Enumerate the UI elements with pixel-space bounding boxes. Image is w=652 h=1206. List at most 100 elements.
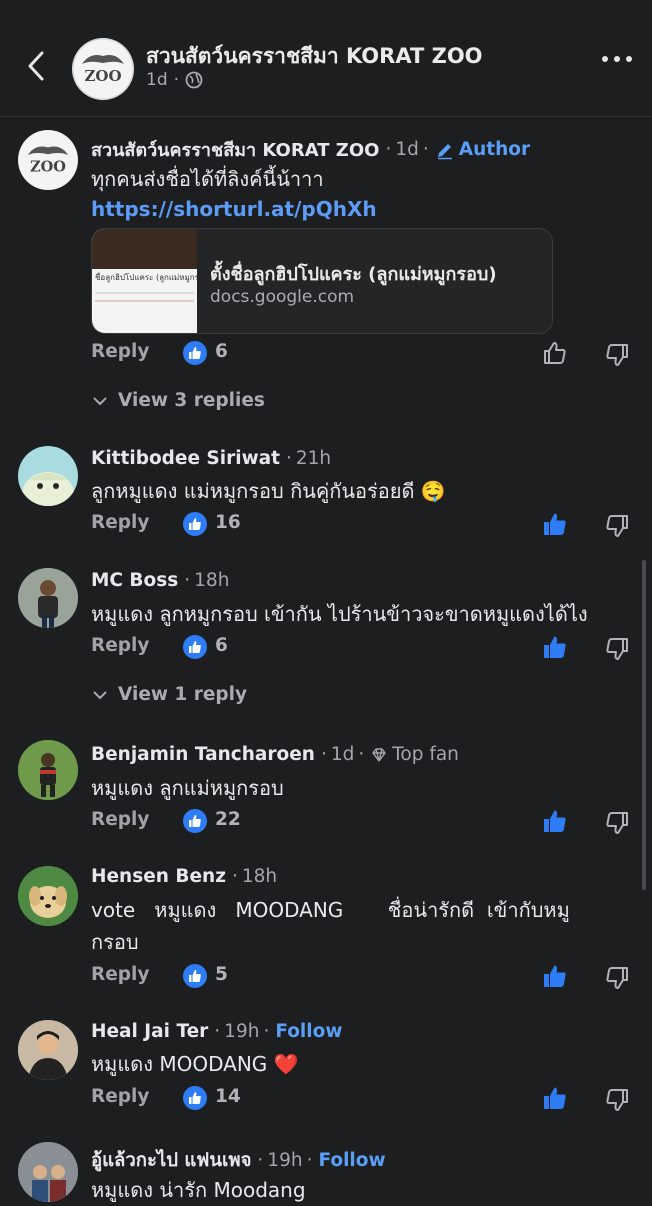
commenter-avatar[interactable] <box>18 1142 78 1202</box>
commenter-name[interactable]: Hensen Benz <box>91 866 226 887</box>
like-count: 5 <box>215 964 228 985</box>
comment-actions: Reply 16 <box>91 508 631 540</box>
commenter-avatar[interactable] <box>18 866 78 926</box>
page-avatar[interactable]: ZOO <box>72 38 134 100</box>
zoo-logo-icon: ZOO <box>72 38 134 100</box>
reply-button[interactable]: Reply <box>91 512 149 533</box>
commenter-name[interactable]: Heal Jai Ter <box>91 1021 208 1042</box>
comment-time: 18h <box>241 866 278 887</box>
post-meta: 1d · <box>146 70 203 90</box>
like-reaction-icon <box>183 964 207 988</box>
thumbs-up-icon[interactable] <box>541 339 569 367</box>
comment-text-line-2: กรอบ <box>91 930 139 954</box>
like-reaction-icon <box>183 341 207 365</box>
commenter-avatar[interactable] <box>18 740 78 800</box>
post-time: 1d <box>146 70 168 90</box>
commenter-avatar[interactable] <box>18 1020 78 1080</box>
zoo-logo-icon: ZOO <box>18 130 78 190</box>
scrollbar[interactable] <box>642 560 646 890</box>
comment-time: 19h <box>267 1150 303 1171</box>
thumbs-down-icon[interactable] <box>603 1086 631 1114</box>
comment-time: 21h <box>295 448 332 469</box>
comment-time: 19h <box>224 1021 260 1042</box>
comment-header: Heal Jai Ter · 19h · Follow <box>91 1021 343 1042</box>
thumbs-up-filled-icon[interactable] <box>541 962 569 990</box>
comment-header: MC Boss · 18h <box>91 570 230 591</box>
pencil-icon <box>437 143 452 159</box>
commenter-avatar[interactable] <box>18 568 78 628</box>
post-header: ZOO สวนสัตว์นครราชสีมา KORAT ZOO 1d · <box>0 0 652 117</box>
commenter-name[interactable]: MC Boss <box>91 570 178 591</box>
comment-header: สวนสัตว์นครราชสีมา KORAT ZOO · 1d · Auth… <box>91 135 530 164</box>
like-count: 6 <box>215 341 228 362</box>
link-preview-title: ตั้งชื่อลูกฮิปโปแคระ (ลูกแม่หมูกรอบ) <box>210 264 497 285</box>
thumbs-down-icon[interactable] <box>603 809 631 837</box>
comment-actions: Reply 5 <box>91 960 631 992</box>
like-reaction-icon <box>183 512 207 536</box>
commenter-name[interactable]: อู้แล้วกะไป แฟนเพจ <box>91 1146 251 1175</box>
follow-button[interactable]: Follow <box>275 1021 342 1042</box>
more-options-icon[interactable] <box>602 56 632 62</box>
like-count: 22 <box>215 809 241 830</box>
comment-header: Kittibodee Siriwat · 21h <box>91 448 332 469</box>
comment-time: 1d <box>395 139 419 160</box>
thumbs-up-filled-icon[interactable] <box>541 633 569 661</box>
comment-text: หมูแดง ลูกแม่หมูกรอบ <box>91 776 284 800</box>
commenter-avatar[interactable]: ZOO <box>18 130 78 190</box>
reply-button[interactable]: Reply <box>91 809 149 830</box>
like-count: 14 <box>215 1086 241 1107</box>
comment-text: ลูกหมูแดง แม่หมูกรอบ กินคู่กันอร่อยดี 🤤 <box>91 479 446 503</box>
reply-button[interactable]: Reply <box>91 635 149 656</box>
follow-button[interactable]: Follow <box>318 1150 385 1171</box>
link-preview-thumbnail: ชื่อลูกฮิปโปแคระ (ลูกแม่หมูกรอบ) <box>92 229 197 333</box>
commenter-avatar[interactable] <box>18 446 78 506</box>
diamond-icon <box>372 747 386 762</box>
comment-actions: Reply 14 <box>91 1082 631 1114</box>
comment-text: ทุกคนส่งชื่อได้ที่ลิงค์นี้น้าาา <box>91 167 324 191</box>
comment-text: หมูแดง น่ารัก Moodang <box>91 1178 306 1202</box>
like-reaction-icon <box>183 1086 207 1110</box>
thumbs-up-filled-icon[interactable] <box>541 1084 569 1112</box>
reply-button[interactable]: Reply <box>91 1086 149 1107</box>
like-count: 6 <box>215 635 228 656</box>
commenter-name[interactable]: Kittibodee Siriwat <box>91 448 280 469</box>
view-replies-button[interactable]: View 3 replies <box>92 390 265 411</box>
like-reaction-icon <box>183 809 207 833</box>
top-fan-badge: Top fan <box>392 744 459 765</box>
page-title[interactable]: สวนสัตว์นครราชสีมา KORAT ZOO <box>146 40 483 73</box>
reply-button[interactable]: Reply <box>91 964 149 985</box>
reply-button[interactable]: Reply <box>91 341 149 362</box>
thumbs-up-filled-icon[interactable] <box>541 510 569 538</box>
comment-text-line-1: vote หมูแดง MOODANG ชื่อน่ารักดี เข้ากับ… <box>91 898 570 922</box>
thumbs-down-icon[interactable] <box>603 635 631 663</box>
svg-text:ZOO: ZOO <box>84 67 121 85</box>
link-preview-card[interactable]: ชื่อลูกฮิปโปแคระ (ลูกแม่หมูกรอบ) ตั้งชื่… <box>91 228 553 334</box>
link-preview-domain: docs.google.com <box>210 287 355 307</box>
comment-header: Benjamin Tancharoen · 1d · Top fan <box>91 744 459 765</box>
comment-actions: Reply 6 <box>91 631 631 663</box>
thumbs-down-icon[interactable] <box>603 512 631 540</box>
comment-actions: Reply 22 <box>91 805 631 837</box>
chevron-down-icon <box>93 690 107 699</box>
comment-link[interactable]: https://shorturl.at/pQhXh <box>91 193 377 225</box>
chevron-down-icon <box>93 396 107 405</box>
like-reaction-icon <box>183 635 207 659</box>
comment-text: หมูแดง ลูกหมูกรอบ เข้ากัน ไปร้านข้าวจะขา… <box>91 602 588 626</box>
thumbs-down-icon[interactable] <box>603 964 631 992</box>
thumbs-up-filled-icon[interactable] <box>541 807 569 835</box>
comment-time: 18h <box>194 570 230 591</box>
comment-text: หมูแดง MOODANG ❤️ <box>91 1052 299 1076</box>
back-chevron-icon[interactable] <box>22 48 50 84</box>
like-count: 16 <box>215 512 241 533</box>
comment-header: อู้แล้วกะไป แฟนเพจ · 19h · Follow <box>91 1146 386 1175</box>
comment-actions: Reply 6 <box>91 337 631 369</box>
thumbs-down-icon[interactable] <box>603 341 631 369</box>
globe-icon <box>185 71 203 89</box>
svg-text:ZOO: ZOO <box>30 159 66 176</box>
commenter-name[interactable]: Benjamin Tancharoen <box>91 744 315 765</box>
view-replies-button[interactable]: View 1 reply <box>92 684 247 705</box>
comment-time: 1d <box>330 744 355 765</box>
commenter-name[interactable]: สวนสัตว์นครราชสีมา KORAT ZOO <box>91 135 379 164</box>
author-badge: Author <box>458 139 531 160</box>
comment-header: Hensen Benz · 18h <box>91 866 278 887</box>
